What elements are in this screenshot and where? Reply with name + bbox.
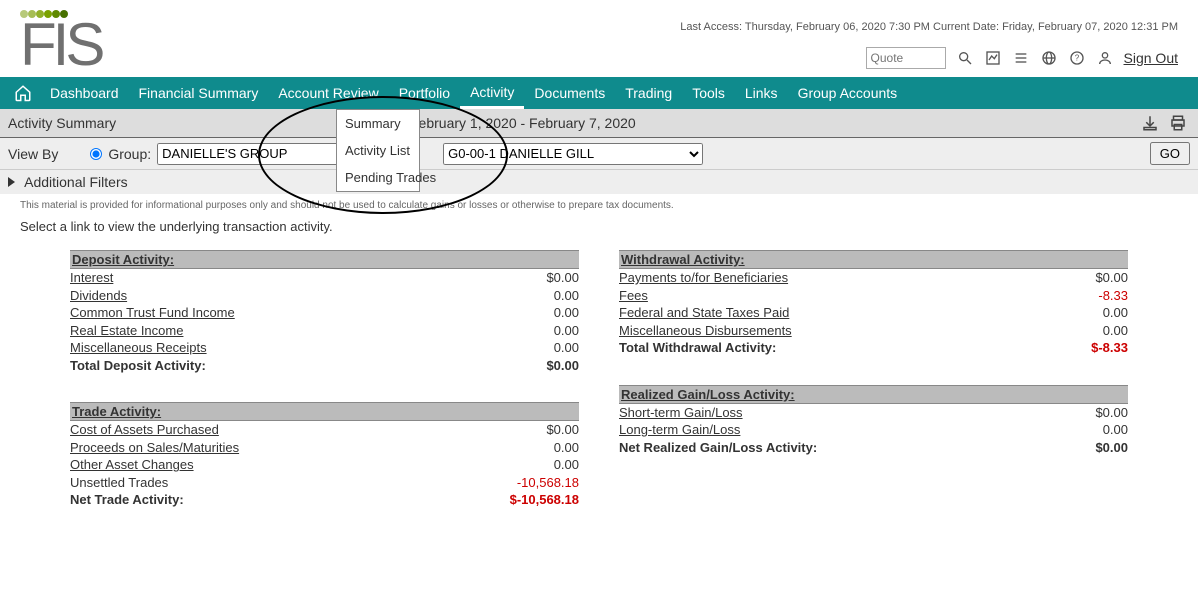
deposit-activity-section: Deposit Activity: Interest $0.00 Dividends… xyxy=(70,250,579,374)
dropdown-activity-list[interactable]: Activity List xyxy=(337,137,419,164)
search-icon[interactable] xyxy=(956,49,974,67)
row-value: 0.00 xyxy=(1048,322,1128,340)
nav-portfolio[interactable]: Portfolio xyxy=(389,77,460,109)
home-icon[interactable] xyxy=(14,84,32,102)
viewby-label: View By xyxy=(8,146,58,162)
group-label: Group: xyxy=(108,146,151,162)
svg-text:?: ? xyxy=(1074,54,1079,63)
row-value: -8.33 xyxy=(1048,287,1128,305)
row-value: 0.00 xyxy=(499,456,579,474)
row-value: 0.00 xyxy=(499,322,579,340)
dropdown-summary[interactable]: Summary xyxy=(337,110,419,137)
row-value: $0.00 xyxy=(1048,269,1128,287)
row-label[interactable]: Interest xyxy=(70,269,113,287)
row-label[interactable]: Long-term Gain/Loss xyxy=(619,421,740,439)
session-info: Last Access: Thursday, February 06, 2020… xyxy=(680,21,1178,33)
row-label: Unsettled Trades xyxy=(70,474,168,492)
nav-links[interactable]: Links xyxy=(735,77,788,109)
nav-tools[interactable]: Tools xyxy=(682,77,735,109)
instruction-text: Select a link to view the underlying tra… xyxy=(0,213,1198,250)
caret-right-icon xyxy=(8,177,15,187)
nav-financial-summary[interactable]: Financial Summary xyxy=(129,77,269,109)
deposit-total-label: Total Deposit Activity: xyxy=(70,357,206,375)
disclaimer-text: This material is provided for informatio… xyxy=(0,194,1198,213)
withdrawal-total-label: Total Withdrawal Activity: xyxy=(619,339,776,357)
user-icon[interactable] xyxy=(1096,49,1114,67)
activity-dropdown: Summary Activity List Pending Trades xyxy=(336,109,420,192)
brand-dots xyxy=(0,0,1198,21)
trade-activity-header: Trade Activity: xyxy=(70,402,579,421)
nav-group-accounts[interactable]: Group Accounts xyxy=(788,77,908,109)
nav-dashboard[interactable]: Dashboard xyxy=(40,77,129,109)
row-label[interactable]: Fees xyxy=(619,287,648,305)
deposit-activity-header: Deposit Activity: xyxy=(70,250,579,269)
deposit-total-value: $0.00 xyxy=(499,357,579,375)
gainloss-activity-header: Realized Gain/Loss Activity: xyxy=(619,385,1128,404)
account-select[interactable]: G0-00-1 DANIELLE GILL xyxy=(443,143,703,165)
row-label[interactable]: Miscellaneous Receipts xyxy=(70,339,207,357)
trade-total-value: $-10,568.18 xyxy=(499,491,579,509)
row-value: 0.00 xyxy=(499,339,579,357)
row-value: 0.00 xyxy=(1048,421,1128,439)
trade-activity-section: Trade Activity: Cost of Assets Purchased… xyxy=(70,402,579,509)
row-value: $0.00 xyxy=(499,421,579,439)
withdrawal-total-value: $-8.33 xyxy=(1048,339,1128,357)
group-select[interactable]: DANIELLE'S GROUP xyxy=(157,143,357,165)
nav-trading[interactable]: Trading xyxy=(615,77,682,109)
chart-icon[interactable] xyxy=(984,49,1002,67)
sign-out-link[interactable]: Sign Out xyxy=(1124,50,1178,66)
gainloss-total-label: Net Realized Gain/Loss Activity: xyxy=(619,439,817,457)
globe-icon[interactable] xyxy=(1040,49,1058,67)
withdrawal-activity-header: Withdrawal Activity: xyxy=(619,250,1128,269)
group-radio[interactable] xyxy=(90,148,102,160)
row-label[interactable]: Miscellaneous Disbursements xyxy=(619,322,792,340)
dropdown-pending-trades[interactable]: Pending Trades xyxy=(337,164,419,191)
quote-input[interactable] xyxy=(866,47,946,69)
row-value: $0.00 xyxy=(499,269,579,287)
main-nav: Dashboard Financial Summary Account Revi… xyxy=(0,77,1198,109)
date-range: February 1, 2020 - February 7, 2020 xyxy=(410,115,1140,131)
additional-filters-toggle[interactable]: Additional Filters xyxy=(0,169,1198,194)
row-value: $0.00 xyxy=(1048,404,1128,422)
row-label[interactable]: Other Asset Changes xyxy=(70,456,194,474)
row-label[interactable]: Payments to/for Beneficiaries xyxy=(619,269,788,287)
row-value: 0.00 xyxy=(499,439,579,457)
nav-activity[interactable]: Activity xyxy=(460,77,524,109)
row-label[interactable]: Common Trust Fund Income xyxy=(70,304,235,322)
row-value: 0.00 xyxy=(1048,304,1128,322)
row-label[interactable]: Dividends xyxy=(70,287,127,305)
go-button[interactable]: GO xyxy=(1150,142,1190,165)
print-icon[interactable] xyxy=(1168,113,1188,133)
menu-icon[interactable] xyxy=(1012,49,1030,67)
nav-documents[interactable]: Documents xyxy=(524,77,615,109)
row-value: 0.00 xyxy=(499,304,579,322)
fis-logo: FIS xyxy=(20,21,101,69)
help-icon[interactable]: ? xyxy=(1068,49,1086,67)
row-label[interactable]: Federal and State Taxes Paid xyxy=(619,304,789,322)
download-icon[interactable] xyxy=(1140,113,1160,133)
row-label[interactable]: Cost of Assets Purchased xyxy=(70,421,219,439)
row-label[interactable]: Real Estate Income xyxy=(70,322,183,340)
row-label[interactable]: Proceeds on Sales/Maturities xyxy=(70,439,239,457)
trade-total-label: Net Trade Activity: xyxy=(70,491,184,509)
gainloss-total-value: $0.00 xyxy=(1048,439,1128,457)
gainloss-activity-section: Realized Gain/Loss Activity: Short-term … xyxy=(619,385,1128,457)
withdrawal-activity-section: Withdrawal Activity: Payments to/for Ben… xyxy=(619,250,1128,357)
row-label[interactable]: Short-term Gain/Loss xyxy=(619,404,743,422)
row-value: -10,568.18 xyxy=(499,474,579,492)
nav-account-review[interactable]: Account Review xyxy=(268,77,388,109)
row-value: 0.00 xyxy=(499,287,579,305)
